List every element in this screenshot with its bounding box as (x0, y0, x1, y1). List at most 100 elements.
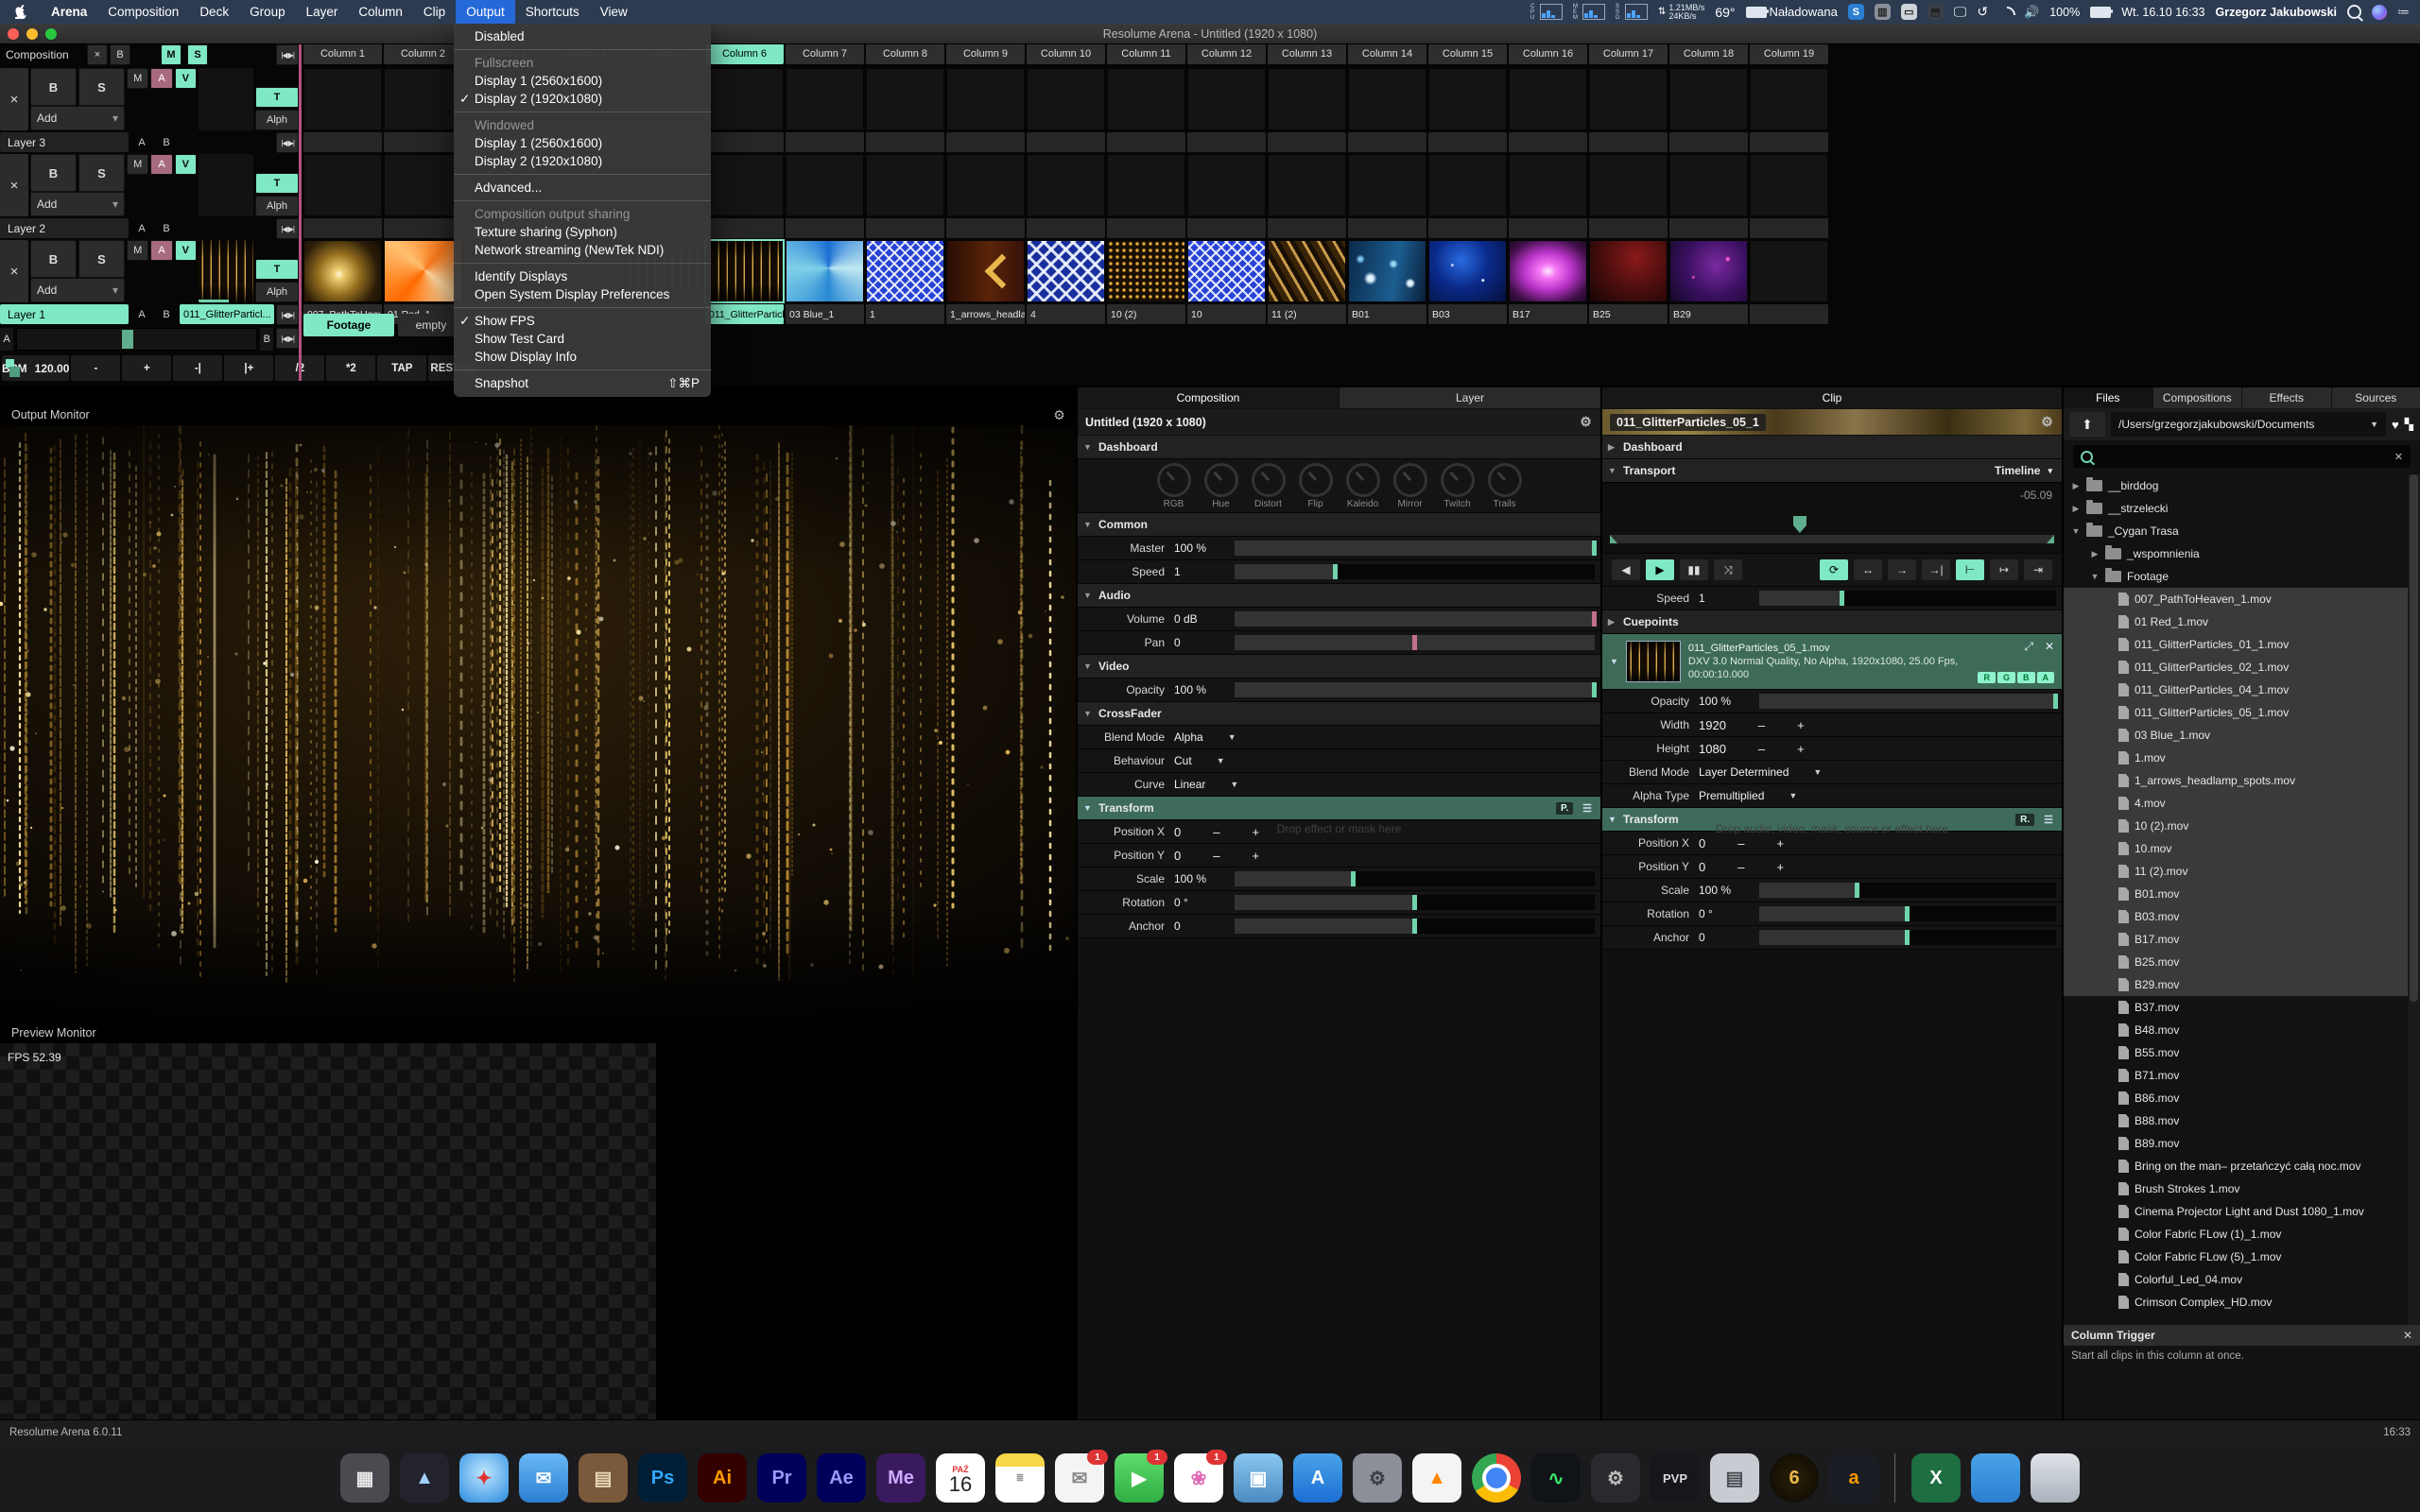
dock-icon-excel[interactable]: X (1911, 1453, 1961, 1503)
dock-icon-illustrator[interactable]: Ai (698, 1453, 747, 1503)
dock-icon-chrome[interactable] (1472, 1453, 1521, 1503)
dock-icon-utility[interactable]: ⚙ (1591, 1453, 1640, 1503)
clip-label[interactable]: B01 (1348, 304, 1426, 324)
comp-slider-opacity[interactable] (1235, 682, 1595, 697)
dock-icon-system-preferences[interactable]: ⚙ (1353, 1453, 1402, 1503)
comp-dropdown-behaviour[interactable]: Cut▼ (1174, 754, 1225, 767)
transport-play-direction-button[interactable]: → (1888, 559, 1916, 580)
crossfader-b-assign[interactable]: B (155, 218, 178, 238)
clip-slider-speed[interactable] (1759, 591, 2056, 606)
column-header-9[interactable]: Column 9 (946, 43, 1025, 64)
chevron-right-icon[interactable]: ▶ (2071, 504, 2081, 514)
clip-label[interactable]: 11 (2) (1268, 304, 1346, 324)
clip-label[interactable]: B25 (1589, 304, 1668, 324)
comp-slider-scale[interactable] (1235, 871, 1595, 886)
notification-center-icon[interactable]: ≔ (2397, 5, 2411, 20)
comp-section-dashboard[interactable]: ▼Dashboard (1078, 436, 1600, 459)
clip-label[interactable]: 4 (1027, 304, 1105, 324)
dashboard-knob-flip[interactable]: Flip (1299, 463, 1333, 509)
file-b37-mov[interactable]: B37.mov (2064, 996, 2408, 1019)
layer-master-button[interactable]: M (127, 240, 148, 261)
dock-icon-photos[interactable]: ❀1 (1174, 1453, 1223, 1503)
menubar-item-group[interactable]: Group (239, 0, 296, 24)
file-007-pathtoheaven-1-mov[interactable]: 007_PathToHeaven_1.mov (2064, 588, 2408, 610)
clip-label[interactable]: 10 (2) (1107, 304, 1185, 324)
clip-dropdown-blend-mode[interactable]: Layer Determined▼ (1699, 765, 1822, 779)
crossfader-a-assign[interactable]: A (130, 218, 153, 238)
file-1-mov[interactable]: 1.mov (2064, 747, 2408, 769)
dock-icon-audio-tool[interactable]: ∿ (1531, 1453, 1581, 1503)
file-4-mov[interactable]: 4.mov (2064, 792, 2408, 815)
file-color-fabric-flow-5-1-mov[interactable]: Color Fabric FLow (5)_1.mov (2064, 1246, 2408, 1268)
close-icon[interactable]: ✕ (2045, 640, 2054, 654)
column-header-7[interactable]: Column 7 (786, 43, 864, 64)
layer-alpha-button[interactable]: Alph (255, 196, 299, 216)
layer-blendmode-dropdown[interactable]: Add▾ (30, 278, 125, 302)
comp-slider-anchor[interactable] (1235, 919, 1595, 934)
composition-close-button[interactable]: × (87, 44, 108, 65)
footage-group-button[interactable]: Footage (303, 314, 394, 336)
clip-slot[interactable] (705, 68, 784, 130)
clip-slot[interactable] (384, 154, 462, 216)
hamburger-menu-icon[interactable]: ☰ (1582, 802, 1593, 815)
dashboard-knob-twitch[interactable]: Twitch (1441, 463, 1475, 509)
folder-up-button[interactable]: ⬆ (2069, 412, 2105, 437)
comp-section-transform[interactable]: ▼TransformP.☰ (1078, 797, 1600, 820)
clip-gear-icon[interactable]: ⚙ (2040, 415, 2054, 429)
clip-slot[interactable] (866, 240, 944, 302)
file-colorful-led-04-mov[interactable]: Colorful_Led_04.mov (2064, 1268, 2408, 1291)
increment-button[interactable]: + (1776, 860, 1784, 874)
dashboard-knob-mirror[interactable]: Mirror (1393, 463, 1427, 509)
clip-label[interactable]: 1 (866, 304, 944, 324)
transport-play-once-button[interactable]: →| (1922, 559, 1950, 580)
dashboard-knob-distort[interactable]: Distort (1252, 463, 1286, 509)
browser-tab-sources[interactable]: Sources (2332, 387, 2420, 408)
siri-icon[interactable] (2372, 5, 2387, 20)
clip-section-transport[interactable]: ▼TransportTimeline▾ (1602, 459, 2062, 483)
dock-icon-app-store[interactable]: A (1293, 1453, 1342, 1503)
file-b86-mov[interactable]: B86.mov (2064, 1087, 2408, 1109)
layer-audio-button[interactable]: A (150, 240, 172, 261)
dock-icon-photoshop[interactable]: Ps (638, 1453, 687, 1503)
file-b88-mov[interactable]: B88.mov (2064, 1109, 2408, 1132)
slider-handle[interactable] (2053, 694, 2058, 709)
folder-strzelecki[interactable]: ▶__strzelecki (2064, 497, 2408, 520)
file-b03-mov[interactable]: B03.mov (2064, 905, 2408, 928)
clip-slot[interactable] (1509, 240, 1587, 302)
output-menu-item-open-system-display-preferences[interactable]: Open System Display Preferences (454, 285, 711, 303)
chevron-right-icon[interactable]: ▶ (2090, 549, 2100, 559)
transport-bounce-button[interactable]: ↔ (1854, 559, 1882, 580)
clip-slot[interactable] (303, 68, 382, 130)
slider-handle[interactable] (1592, 611, 1597, 627)
layer-bypass-button[interactable]: B (30, 154, 77, 192)
output-menu-item-show-fps[interactable]: Show FPS✓ (454, 312, 711, 330)
file-cinema-projector-light-and-dust-1080-1-mov[interactable]: Cinema Projector Light and Dust 1080_1.m… (2064, 1200, 2408, 1223)
clip-slider-anchor[interactable] (1759, 930, 2056, 945)
close-icon[interactable]: ✕ (2403, 1329, 2412, 1342)
volume-icon[interactable]: 🔊 (2024, 5, 2039, 20)
chevron-right-icon[interactable]: ▶ (2071, 481, 2081, 491)
comp-section-audio[interactable]: ▼Audio (1078, 584, 1600, 608)
clip-slot[interactable] (1187, 240, 1266, 302)
file-crimson-complex-hd-mov[interactable]: Crimson Complex_HD.mov (2064, 1291, 2408, 1314)
bpm-button-item[interactable]: - (71, 355, 120, 381)
layer-alpha-button[interactable]: Alph (255, 282, 299, 302)
wifi-icon[interactable] (1998, 7, 2014, 18)
clip-dropdown-alpha-type[interactable]: Premultiplied▼ (1699, 789, 1797, 802)
output-menu-item-show-test-card[interactable]: Show Test Card (454, 330, 711, 348)
slider-handle[interactable] (1333, 564, 1338, 579)
folder-wspomnienia[interactable]: ▶_wspomnienia (2064, 542, 2408, 565)
clip-label[interactable]: 10 (1187, 304, 1266, 324)
transport-play-button[interactable]: ▶ (1646, 559, 1674, 580)
dock-icon-printer[interactable]: ▤ (1710, 1453, 1759, 1503)
clear-search-icon[interactable]: ✕ (2394, 451, 2403, 463)
dashboard-knob-rgb[interactable]: RGB (1157, 463, 1191, 509)
layer-transition-button[interactable]: T (255, 87, 299, 108)
panel-tab-layer[interactable]: Layer (1340, 387, 1600, 408)
layer-video-button[interactable]: V (175, 68, 197, 89)
clip-slot[interactable] (1428, 240, 1507, 302)
layer-close-button[interactable]: × (0, 154, 28, 216)
clip-slot[interactable] (384, 240, 462, 302)
clip-slot[interactable] (705, 154, 784, 216)
output-menu-item-display-2-1920x1080[interactable]: Display 2 (1920x1080)✓ (454, 90, 711, 108)
